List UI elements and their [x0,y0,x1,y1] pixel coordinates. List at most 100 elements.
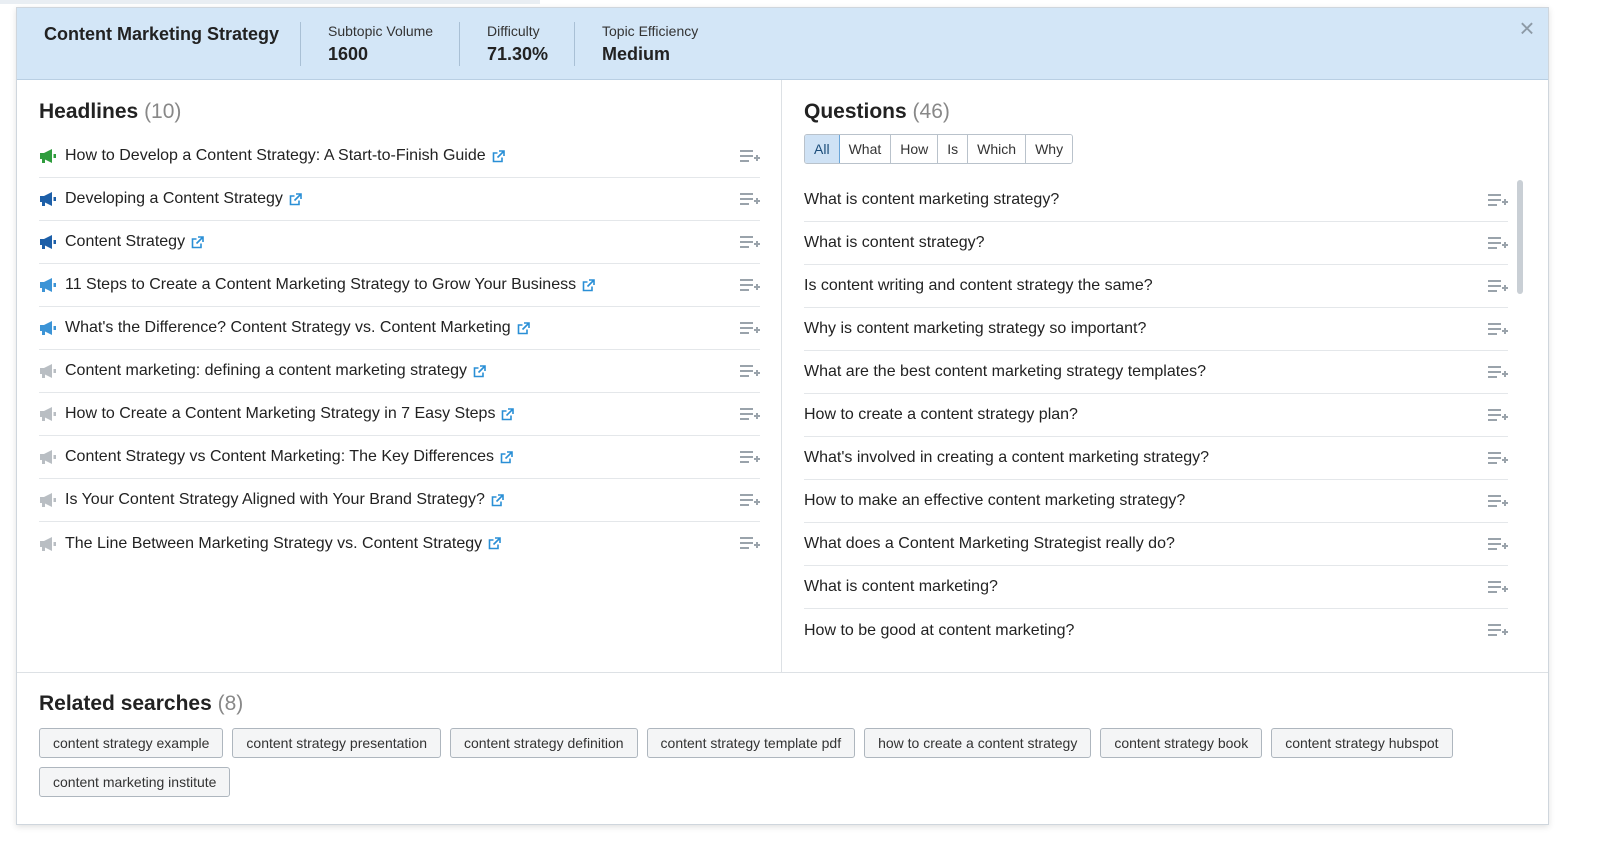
add-to-list-icon[interactable] [740,191,760,207]
headline-row: Content Strategy vs Content Marketing: T… [39,436,760,479]
add-to-list-icon[interactable] [1488,579,1508,595]
question-row: How to make an effective content marketi… [804,480,1508,523]
related-search-tag[interactable]: content strategy hubspot [1271,728,1453,758]
top-strip [0,0,540,4]
external-link-icon[interactable] [491,493,504,507]
related-search-tag[interactable]: content strategy example [39,728,224,758]
filter-tab-why[interactable]: Why [1026,135,1073,163]
megaphone-icon [40,450,56,464]
add-to-list-icon[interactable] [1488,235,1508,251]
headline-text[interactable]: How to Develop a Content Strategy: A Sta… [65,147,486,165]
headline-row: Is Your Content Strategy Aligned with Yo… [39,479,760,522]
question-row: What are the best content marketing stra… [804,351,1508,394]
external-link-icon[interactable] [488,537,501,550]
question-row: What is content marketing? [804,566,1508,609]
question-text: What's involved in creating a content ma… [804,449,1210,466]
filter-tab-all[interactable]: All [805,135,840,163]
external-link-icon[interactable] [191,235,204,249]
headline-text[interactable]: 11 Steps to Create a Content Marketing S… [65,276,576,294]
megaphone-icon [40,407,56,421]
related-search-tag[interactable]: content strategy template pdf [646,728,856,758]
question-row: What is content strategy? [804,222,1508,265]
headline-text[interactable]: What's the Difference? Content Strategy … [65,319,511,337]
question-row: How to create a content strategy plan? [804,394,1508,437]
related-search-tag[interactable]: content marketing institute [39,767,231,797]
question-text: What does a Content Marketing Strategist… [804,535,1175,552]
external-link-icon[interactable] [582,278,595,292]
add-to-list-icon[interactable] [1488,450,1508,466]
add-to-list-icon[interactable] [740,492,760,508]
megaphone-icon [40,364,56,378]
headline-text[interactable]: Is Your Content Strategy Aligned with Yo… [65,491,485,509]
questions-title: Questions [804,100,907,123]
headline-row: What's the Difference? Content Strategy … [39,307,760,350]
add-to-list-icon[interactable] [740,449,760,465]
question-row: What's involved in creating a content ma… [804,437,1508,480]
filter-tab-what[interactable]: What [839,135,892,163]
header-divider [574,22,575,66]
headline-text[interactable]: How to Create a Content Marketing Strate… [65,405,495,423]
megaphone-icon [40,278,56,292]
question-text: How to be good at content marketing? [804,621,1075,639]
question-filter-tabs: All What How Is Which Why [804,134,1074,164]
metric-value: 1600 [328,44,369,64]
questions-list: What is content marketing strategy? What … [804,179,1508,652]
related-search-tag[interactable]: how to create a content strategy [864,728,1092,758]
question-text: What is content marketing? [804,578,998,595]
headline-row: How to Create a Content Marketing Strate… [39,393,760,436]
external-link-icon[interactable] [501,407,515,421]
topic-header: Content Marketing Strategy Subtopic Volu… [17,8,1548,80]
question-text: What is content marketing strategy? [804,191,1060,208]
external-link-icon[interactable] [500,450,513,464]
add-to-list-icon[interactable] [1488,192,1508,208]
headline-text[interactable]: Content Strategy vs Content Marketing: T… [65,448,494,466]
related-title: Related searches [39,692,212,715]
question-text: What is content strategy? [804,234,985,251]
metric-label: Difficulty [487,23,540,39]
add-to-list-icon[interactable] [740,277,760,293]
add-to-list-icon[interactable] [1488,321,1508,337]
add-to-list-icon[interactable] [1488,536,1508,552]
metric-topic-efficiency: Topic Efficiency Medium [602,23,698,65]
related-search-tag[interactable]: content strategy book [1100,728,1263,758]
question-row: Is content writing and content strategy … [804,265,1508,308]
question-row: What does a Content Marketing Strategist… [804,523,1508,566]
add-to-list-icon[interactable] [740,234,760,250]
headline-row: Developing a Content Strategy [39,178,760,221]
add-to-list-icon[interactable] [740,535,760,551]
header-divider [300,22,301,66]
column-divider [781,80,782,672]
megaphone-icon [40,536,56,551]
megaphone-icon [40,493,56,507]
headline-text[interactable]: Content Strategy [65,233,185,251]
question-text: How to make an effective content marketi… [804,492,1186,509]
filter-tab-which[interactable]: Which [968,135,1027,163]
add-to-list-icon[interactable] [740,406,760,422]
add-to-list-icon[interactable] [1488,622,1508,638]
headline-text[interactable]: Content marketing: defining a content ma… [65,362,467,380]
headline-row: The Line Between Marketing Strategy vs. … [39,522,760,565]
external-link-icon[interactable] [517,321,530,335]
question-text: Why is content marketing strategy so imp… [804,320,1147,337]
headline-text[interactable]: Developing a Content Strategy [65,190,283,208]
close-icon[interactable]: × [1516,15,1538,41]
add-to-list-icon[interactable] [1488,493,1508,509]
add-to-list-icon[interactable] [1488,278,1508,294]
add-to-list-icon[interactable] [740,320,760,336]
questions-heading: Questions (46) [804,100,950,124]
add-to-list-icon[interactable] [1488,364,1508,380]
questions-scrollbar[interactable] [1517,180,1523,294]
related-search-tag[interactable]: content strategy presentation [232,728,441,758]
add-to-list-icon[interactable] [740,148,760,164]
external-link-icon[interactable] [492,149,505,163]
filter-tab-is[interactable]: Is [938,135,969,163]
add-to-list-icon[interactable] [1488,407,1508,423]
add-to-list-icon[interactable] [740,363,760,379]
external-link-icon[interactable] [473,364,486,378]
metric-label: Subtopic Volume [328,23,434,39]
external-link-icon[interactable] [289,192,302,206]
related-search-tag[interactable]: content strategy definition [449,728,638,758]
question-row: What is content marketing strategy? [804,179,1508,222]
headline-text[interactable]: The Line Between Marketing Strategy vs. … [65,535,482,553]
filter-tab-how[interactable]: How [891,135,939,163]
